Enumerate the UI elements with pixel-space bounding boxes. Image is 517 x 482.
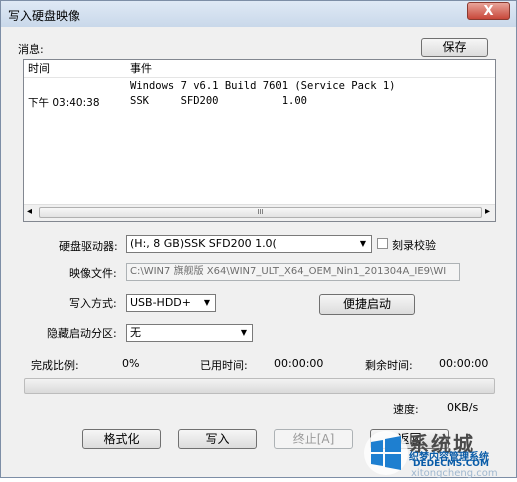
message-list[interactable]: 时间 事件 Windows 7 v6.1 Build 7601 (Service… <box>23 59 496 222</box>
window-title: 写入硬盘映像 <box>8 9 81 23</box>
hidden-partition-label: 隐藏启动分区: <box>47 327 117 340</box>
drive-select-value: (H:, 8 GB)SSK SFD200 1.0( <box>130 237 277 250</box>
row-2-time: 下午 03:40:38 <box>28 97 100 109</box>
write-mode-label: 写入方式: <box>69 297 117 310</box>
speed-value: 0KB/s <box>447 401 479 414</box>
quick-boot-button[interactable]: 便捷启动 <box>319 294 415 315</box>
scroll-thumb[interactable]: III <box>39 207 482 218</box>
remaining-value: 00:00:00 <box>439 357 489 370</box>
verify-checkbox[interactable] <box>377 238 388 249</box>
row-2-event: SSK SFD200 1.00 <box>130 95 308 107</box>
progress-bar <box>24 378 495 394</box>
scroll-left-icon[interactable]: ◂ <box>27 206 32 217</box>
image-file-field[interactable]: C:\WIN7 旗舰版 X64\WIN7_ULT_X64_OEM_Nin1_20… <box>126 263 460 281</box>
elapsed-label: 已用时间: <box>200 359 248 372</box>
title-bar[interactable]: 写入硬盘映像 X <box>1 1 516 27</box>
watermark-logo: 系统城 织梦内容管理系统 DEDECMS.COM xitongcheng.com <box>361 426 517 479</box>
save-button[interactable]: 保存 <box>421 38 488 57</box>
completion-label: 完成比例: <box>31 359 79 372</box>
format-button[interactable]: 格式化 <box>82 429 161 449</box>
messages-label: 消息: <box>18 43 44 56</box>
stop-button[interactable]: 终止[A] <box>274 429 353 449</box>
chevron-down-icon: ▼ <box>240 328 248 337</box>
write-button[interactable]: 写入 <box>178 429 257 449</box>
row-1-event: Windows 7 v6.1 Build 7601 (Service Pack … <box>130 80 396 92</box>
dialog-body: 消息: 保存 时间 事件 Windows 7 v6.1 Build 7601 (… <box>9 28 508 471</box>
remaining-label: 剩余时间: <box>365 359 413 372</box>
write-mode-select[interactable]: USB-HDD+ ▼ <box>126 294 216 312</box>
chevron-down-icon: ▼ <box>359 239 367 248</box>
write-disk-image-window: 写入硬盘映像 X 消息: 保存 时间 事件 Windows 7 v6.1 Bui… <box>0 0 517 479</box>
horizontal-scrollbar[interactable]: ◂ III ▸ <box>24 204 495 221</box>
write-mode-value: USB-HDD+ <box>130 296 191 309</box>
header-divider <box>24 77 495 78</box>
watermark-url: xitongcheng.com <box>411 468 498 479</box>
close-button[interactable]: X <box>467 2 510 20</box>
scroll-right-icon[interactable]: ▸ <box>485 206 490 217</box>
drive-select[interactable]: (H:, 8 GB)SSK SFD200 1.0( ▼ <box>126 235 372 253</box>
chevron-down-icon: ▼ <box>203 298 211 307</box>
column-header-time[interactable]: 时间 <box>28 60 50 77</box>
verify-label: 刻录校验 <box>392 239 436 252</box>
column-header-event[interactable]: 事件 <box>130 60 152 77</box>
speed-label: 速度: <box>393 403 419 416</box>
elapsed-value: 00:00:00 <box>274 357 324 370</box>
hidden-partition-select[interactable]: 无 ▼ <box>126 324 253 342</box>
image-file-label: 映像文件: <box>69 267 117 280</box>
drive-label: 硬盘驱动器: <box>59 240 118 253</box>
completion-value: 0% <box>122 357 140 370</box>
hidden-partition-value: 无 <box>130 326 141 339</box>
